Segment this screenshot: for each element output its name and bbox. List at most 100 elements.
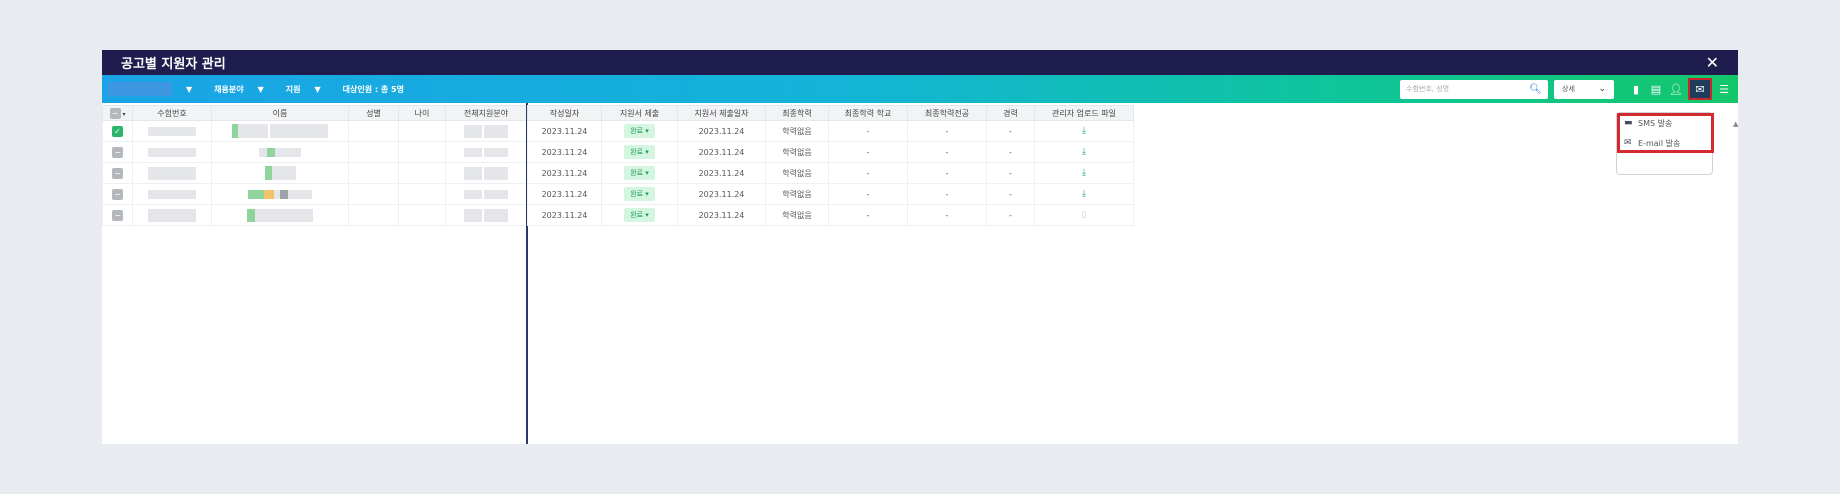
status-badge[interactable]: 완료 ▾ [624, 145, 655, 159]
table-row[interactable]: ✓ [102, 120, 527, 142]
select-all-checkbox[interactable]: − [109, 107, 121, 119]
download-icon[interactable]: ⤓ [1082, 147, 1086, 157]
redacted-value [484, 208, 509, 222]
row-checkbox[interactable]: − [112, 146, 123, 158]
major: - [907, 141, 987, 163]
table-row[interactable]: − [102, 141, 527, 163]
created-date: 2023.11.24 [527, 120, 602, 142]
detail-select[interactable]: 상세 ⌄ [1554, 79, 1614, 99]
education: 학력없음 [765, 162, 829, 184]
header-applied-fields[interactable]: 전체지원분야 [445, 105, 527, 121]
chevron-down-icon: ▼ [186, 84, 193, 94]
document-icon[interactable]: ▮ [1628, 81, 1644, 97]
created-date: 2023.11.24 [527, 183, 602, 205]
header-admin-file[interactable]: 관리자 업로드 파일 [1034, 105, 1134, 121]
career: - [986, 141, 1035, 163]
redacted-value [148, 147, 196, 157]
send-message-menu: ▬ SMS 발송 ✉ E-mail 발송 [1616, 112, 1714, 175]
document-edit-icon[interactable]: ▤ [1648, 81, 1664, 97]
status-badge[interactable]: 완료 ▾ [624, 208, 655, 222]
detail-select-value: 상세 [1562, 85, 1575, 93]
status-badge[interactable]: 완료 ▾ [624, 187, 655, 201]
school: - [828, 162, 908, 184]
search-input[interactable]: 수험번호, 성명 🔍︎ [1400, 79, 1548, 99]
download-icon[interactable]: ⤓ [1082, 189, 1086, 199]
major: - [907, 204, 987, 226]
applicant-management-window: 공고별 지원자 관리 ✕ ▼ 채용분야 ▼ 지원 ▼ 대상인원 : 총 5명 수… [102, 50, 1738, 444]
submission-date: 2023.11.24 [677, 120, 766, 142]
redacted-value [275, 147, 301, 157]
user-edit-icon[interactable]: 👤︎ [1668, 81, 1684, 97]
row-checkbox[interactable]: − [112, 209, 123, 221]
header-school[interactable]: 최종학력 학교 [828, 105, 908, 121]
select-all-header[interactable]: − ▾ [102, 105, 133, 121]
row-checkbox[interactable]: − [112, 188, 123, 200]
header-name[interactable]: 이름 [211, 105, 349, 121]
header-created-date[interactable]: 작성일자 [527, 105, 602, 121]
redacted-value [484, 147, 509, 157]
apply-filter[interactable]: 지원 ▼ [286, 75, 321, 103]
table-header-row: − ▾ 수험번호 이름 성별 나이 전체지원분야 [102, 105, 527, 121]
created-date: 2023.11.24 [527, 162, 602, 184]
redacted-value [288, 189, 312, 199]
field-filter[interactable]: 채용분야 ▼ [214, 75, 264, 103]
redacted-value [255, 208, 313, 222]
submission-date: 2023.11.24 [677, 183, 766, 205]
header-exam-no[interactable]: 수험번호 [132, 105, 212, 121]
window-title: 공고별 지원자 관리 [121, 57, 226, 72]
file-empty-icon: ▯ [1081, 210, 1087, 220]
header-major[interactable]: 최종학력전공 [907, 105, 987, 121]
education: 학력없음 [765, 141, 829, 163]
posting-select[interactable]: ▼ [108, 75, 192, 103]
table-row[interactable]: 2023.11.24 완료 ▾ 2023.11.24 학력없음 - - - ▯ [527, 204, 1134, 226]
education: 학력없음 [765, 183, 829, 205]
school: - [828, 120, 908, 142]
chevron-down-icon: ⌄ [1598, 84, 1606, 94]
list-icon[interactable]: ☰ [1716, 81, 1732, 97]
table-row[interactable]: 2023.11.24 완료 ▾ 2023.11.24 학력없음 - - - ⤓ [527, 162, 1134, 184]
filter-toolbar: ▼ 채용분야 ▼ 지원 ▼ 대상인원 : 총 5명 수험번호, 성명 🔍︎ 상세… [102, 75, 1738, 103]
row-checkbox[interactable]: ✓ [112, 125, 123, 137]
header-career[interactable]: 경력 [986, 105, 1035, 121]
school: - [828, 183, 908, 205]
school: - [828, 204, 908, 226]
header-gender[interactable]: 성별 [348, 105, 399, 121]
major: - [907, 162, 987, 184]
school: - [828, 141, 908, 163]
header-submission-date[interactable]: 지원서 제출일자 [677, 105, 766, 121]
status-badge[interactable]: 완료 ▾ [624, 166, 655, 180]
apply-filter-label: 지원 [285, 84, 301, 94]
redacted-value [148, 189, 196, 199]
redacted-value [148, 166, 196, 180]
redacted-value [148, 126, 196, 136]
table-row[interactable]: 2023.11.24 완료 ▾ 2023.11.24 학력없음 - - - ⤓ [527, 183, 1134, 205]
chevron-down-icon: ▼ [314, 84, 321, 94]
header-submission[interactable]: 지원서 제출 [601, 105, 678, 121]
download-icon[interactable]: ⤓ [1082, 168, 1086, 178]
header-education[interactable]: 최종학력 [765, 105, 829, 121]
table-row[interactable]: − [102, 162, 527, 184]
scroll-up-icon[interactable]: ▲ [1733, 120, 1738, 128]
mail-icon[interactable]: ✉ [1688, 78, 1712, 100]
row-checkbox[interactable]: − [112, 167, 123, 179]
download-icon[interactable]: ⤓ [1082, 126, 1086, 136]
submission-date: 2023.11.24 [677, 141, 766, 163]
table-row[interactable]: − [102, 183, 527, 205]
table-row[interactable]: 2023.11.24 완료 ▾ 2023.11.24 학력없음 - - - ⤓ [527, 120, 1134, 142]
posting-name-redacted [108, 82, 172, 96]
status-badge[interactable]: 완료 ▾ [624, 124, 655, 138]
close-icon[interactable]: ✕ [1706, 53, 1719, 72]
table-row[interactable]: − [102, 204, 527, 226]
career: - [986, 183, 1035, 205]
search-icon[interactable]: 🔍︎ [1529, 84, 1542, 95]
career: - [986, 120, 1035, 142]
education: 학력없음 [765, 204, 829, 226]
major: - [907, 120, 987, 142]
table-row[interactable]: 2023.11.24 완료 ▾ 2023.11.24 학력없음 - - - ⤓ [527, 141, 1134, 163]
submission-date: 2023.11.24 [677, 162, 766, 184]
submission-date: 2023.11.24 [677, 204, 766, 226]
redacted-value [484, 124, 509, 138]
education: 학력없음 [765, 120, 829, 142]
created-date: 2023.11.24 [527, 204, 602, 226]
header-age[interactable]: 나이 [398, 105, 446, 121]
